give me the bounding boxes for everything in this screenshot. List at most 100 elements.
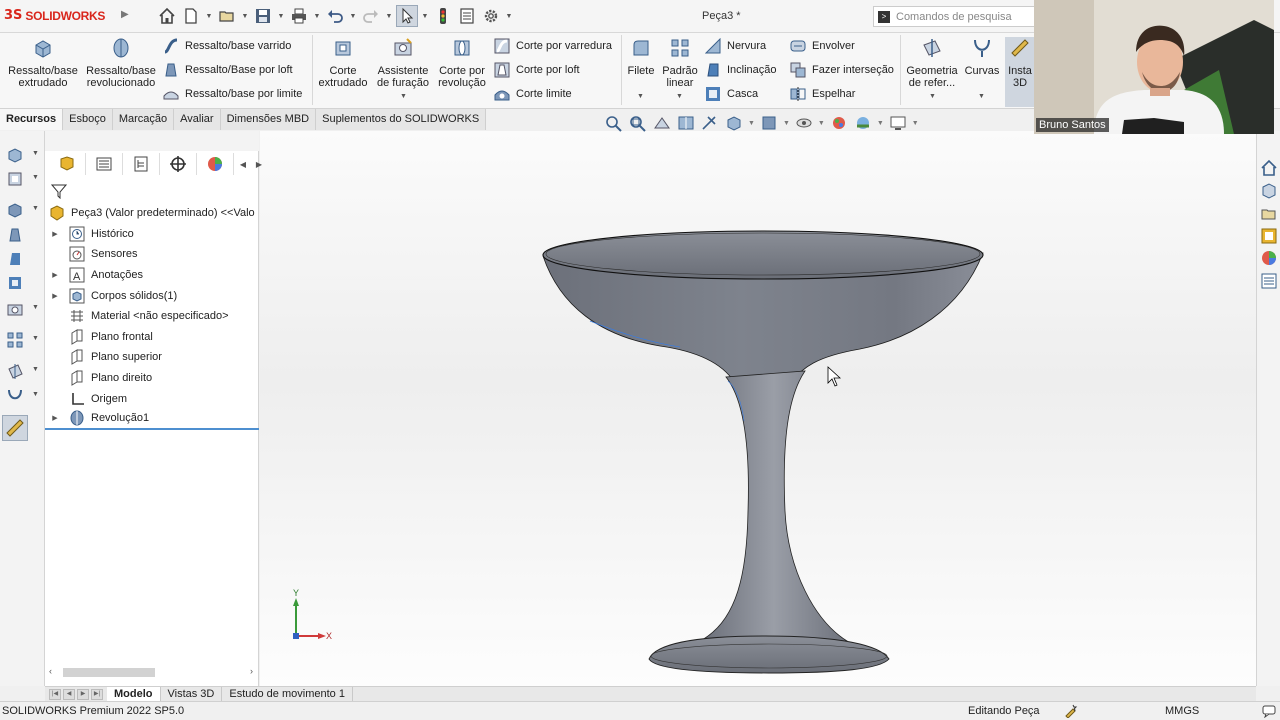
mirror-button[interactable]: Espelhar	[790, 85, 855, 103]
draft-button[interactable]: Inclinação	[705, 61, 777, 79]
tree-item-plano-direito[interactable]: Plano direito	[45, 368, 259, 389]
print-icon[interactable]	[288, 5, 310, 27]
select-dropdown-icon[interactable]: ▼	[420, 13, 430, 20]
next-tab-icon[interactable]: ▶	[77, 688, 89, 700]
lofted-cut-button[interactable]: Corte por loft	[494, 61, 580, 79]
solidworks-logo[interactable]: 3S SOLIDWORKS	[4, 8, 105, 23]
intersect-button[interactable]: Fazer interseção	[790, 61, 894, 79]
scene-dropdown-icon[interactable]: ▼	[877, 120, 884, 127]
tooltip-help-icon[interactable]	[1262, 705, 1276, 718]
custom-properties-icon[interactable]	[1260, 272, 1278, 290]
linear-pattern-button[interactable]: Padrão linear	[660, 37, 700, 89]
open-dropdown-icon[interactable]: ▼	[240, 13, 250, 20]
hole-wizard-dropdown-icon[interactable]: ▼	[400, 93, 407, 100]
section-view-icon[interactable]	[676, 114, 696, 132]
view-orientation-icon[interactable]	[724, 114, 744, 132]
view-orientation-dropdown-icon[interactable]: ▼	[748, 120, 755, 127]
rib-button[interactable]: Nervura	[705, 37, 766, 55]
file-properties-icon[interactable]	[456, 5, 478, 27]
select-pointer-icon[interactable]	[396, 5, 418, 27]
curve-shortcut-dropdown-icon[interactable]: ▼	[32, 391, 39, 398]
new-dropdown-icon[interactable]: ▼	[204, 13, 214, 20]
expand-arrow-icon[interactable]: ▶	[49, 271, 61, 279]
boss-shortcut-dropdown-icon[interactable]: ▼	[32, 205, 39, 212]
tab-suplementos[interactable]: Suplementos do SOLIDWORKS	[316, 109, 487, 130]
first-tab-icon[interactable]: |◀	[49, 688, 61, 700]
view-settings-dropdown-icon[interactable]: ▼	[912, 120, 919, 127]
curves-dropdown-icon[interactable]: ▼	[978, 93, 985, 100]
propertymanager-tab[interactable]	[86, 153, 123, 175]
extruded-boss-button[interactable]: Ressalto/base extrudado	[6, 37, 80, 89]
boundary-cut-button[interactable]: Corte limite	[494, 85, 572, 103]
command-search-input[interactable]: > Comandos de pesquisa	[873, 6, 1035, 27]
displaymanager-tab[interactable]	[197, 153, 234, 175]
tree-item-historico[interactable]: ▶ Histórico	[45, 224, 259, 245]
fillet-button[interactable]: Filete	[623, 37, 659, 77]
expand-arrow-icon[interactable]: ▶	[49, 414, 61, 422]
rebuild-traffic-light-icon[interactable]	[432, 5, 454, 27]
fillet-dropdown-icon[interactable]: ▼	[637, 93, 644, 100]
tree-item-revolucao1[interactable]: ▶ Revolução1	[45, 409, 259, 430]
tab-vistas-3d[interactable]: Vistas 3D	[161, 686, 223, 702]
swept-boss-button[interactable]: Ressalto/base varrido	[163, 37, 291, 55]
shell-button[interactable]: Casca	[705, 85, 758, 103]
extrude-shortcut-icon[interactable]	[6, 146, 24, 164]
print-dropdown-icon[interactable]: ▼	[312, 13, 322, 20]
tree-item-origem[interactable]: Origem	[45, 388, 259, 409]
view-palette-icon[interactable]	[1260, 227, 1278, 245]
tab-avaliar[interactable]: Avaliar	[174, 109, 221, 130]
undo-dropdown-icon[interactable]: ▼	[348, 13, 358, 20]
appearances-icon[interactable]	[1260, 249, 1278, 267]
configurationmanager-tab[interactable]	[123, 153, 160, 175]
scroll-left-icon[interactable]: ‹	[49, 666, 52, 676]
tree-item-material[interactable]: Material <não especificado>	[45, 306, 259, 327]
hide-show-items-icon[interactable]	[794, 114, 814, 132]
tab-modelo[interactable]: Modelo	[107, 686, 161, 702]
featuremanager-tab[interactable]	[49, 153, 86, 175]
wrap-button[interactable]: Envolver	[790, 37, 855, 55]
prev-tab-icon[interactable]: ◀	[63, 688, 75, 700]
display-style-dropdown-icon[interactable]: ▼	[783, 120, 790, 127]
tree-item-sensores[interactable]: Sensores	[45, 244, 259, 265]
dynamic-annotation-icon[interactable]	[700, 114, 720, 132]
options-dropdown-icon[interactable]: ▼	[504, 13, 514, 20]
home-icon[interactable]	[156, 5, 178, 27]
new-document-icon[interactable]	[180, 5, 202, 27]
tree-root-part[interactable]: Peça3 (Valor predeterminado) <<Valo	[45, 203, 259, 224]
reference-geometry-button[interactable]: Geometria de refer...	[903, 37, 961, 89]
unit-system-text[interactable]: MMGS	[1165, 705, 1199, 717]
options-gear-icon[interactable]	[480, 5, 502, 27]
zoom-to-area-icon[interactable]	[628, 114, 648, 132]
reference-geometry-dropdown-icon[interactable]: ▼	[929, 93, 936, 100]
dimxpert-tab[interactable]	[160, 153, 197, 175]
tabs-scroll-right-icon[interactable]: ▶	[252, 153, 266, 175]
expand-arrow-icon[interactable]: ▶	[49, 292, 61, 300]
tree-item-anotacoes[interactable]: ▶ A Anotações	[45, 265, 259, 286]
pattern-dropdown-icon[interactable]: ▼	[676, 93, 683, 100]
shell-shortcut-icon[interactable]	[6, 274, 24, 292]
revolved-cut-button[interactable]: Corte por revolução	[434, 37, 490, 89]
hole-shortcut-dropdown-icon[interactable]: ▼	[32, 304, 39, 311]
hide-show-dropdown-icon[interactable]: ▼	[818, 120, 825, 127]
undo-icon[interactable]	[324, 5, 346, 27]
filter-icon[interactable]	[51, 183, 67, 199]
reference-shortcut-dropdown-icon[interactable]: ▼	[32, 366, 39, 373]
apply-scene-icon[interactable]	[853, 114, 873, 132]
previous-view-icon[interactable]	[652, 114, 672, 132]
redo-dropdown-icon[interactable]: ▼	[384, 13, 394, 20]
tab-marcacao[interactable]: Marcação	[112, 109, 175, 130]
save-icon[interactable]	[252, 5, 274, 27]
tree-item-corpos-solidos[interactable]: ▶ Corpos sólidos(1)	[45, 285, 259, 306]
boundary-boss-button[interactable]: Ressalto/base por limite	[163, 85, 302, 103]
pattern-shortcut-icon[interactable]	[6, 331, 24, 349]
tab-recursos[interactable]: Recursos	[0, 109, 64, 130]
menu-expand-icon[interactable]: ▶	[121, 9, 129, 20]
lofted-boss-button[interactable]: Ressalto/Base por loft	[163, 61, 293, 79]
tabs-scroll-left-icon[interactable]: ◀	[234, 153, 252, 175]
extruded-cut-button[interactable]: Corte extrudado	[314, 37, 372, 89]
reference-shortcut-icon[interactable]	[6, 362, 24, 380]
tab-esboco[interactable]: Esboço	[63, 109, 113, 130]
design-library-icon[interactable]	[1260, 182, 1278, 200]
rebuild-status-icon[interactable]	[1064, 704, 1078, 718]
extrude-shortcut-dropdown-icon[interactable]: ▼	[32, 150, 39, 157]
